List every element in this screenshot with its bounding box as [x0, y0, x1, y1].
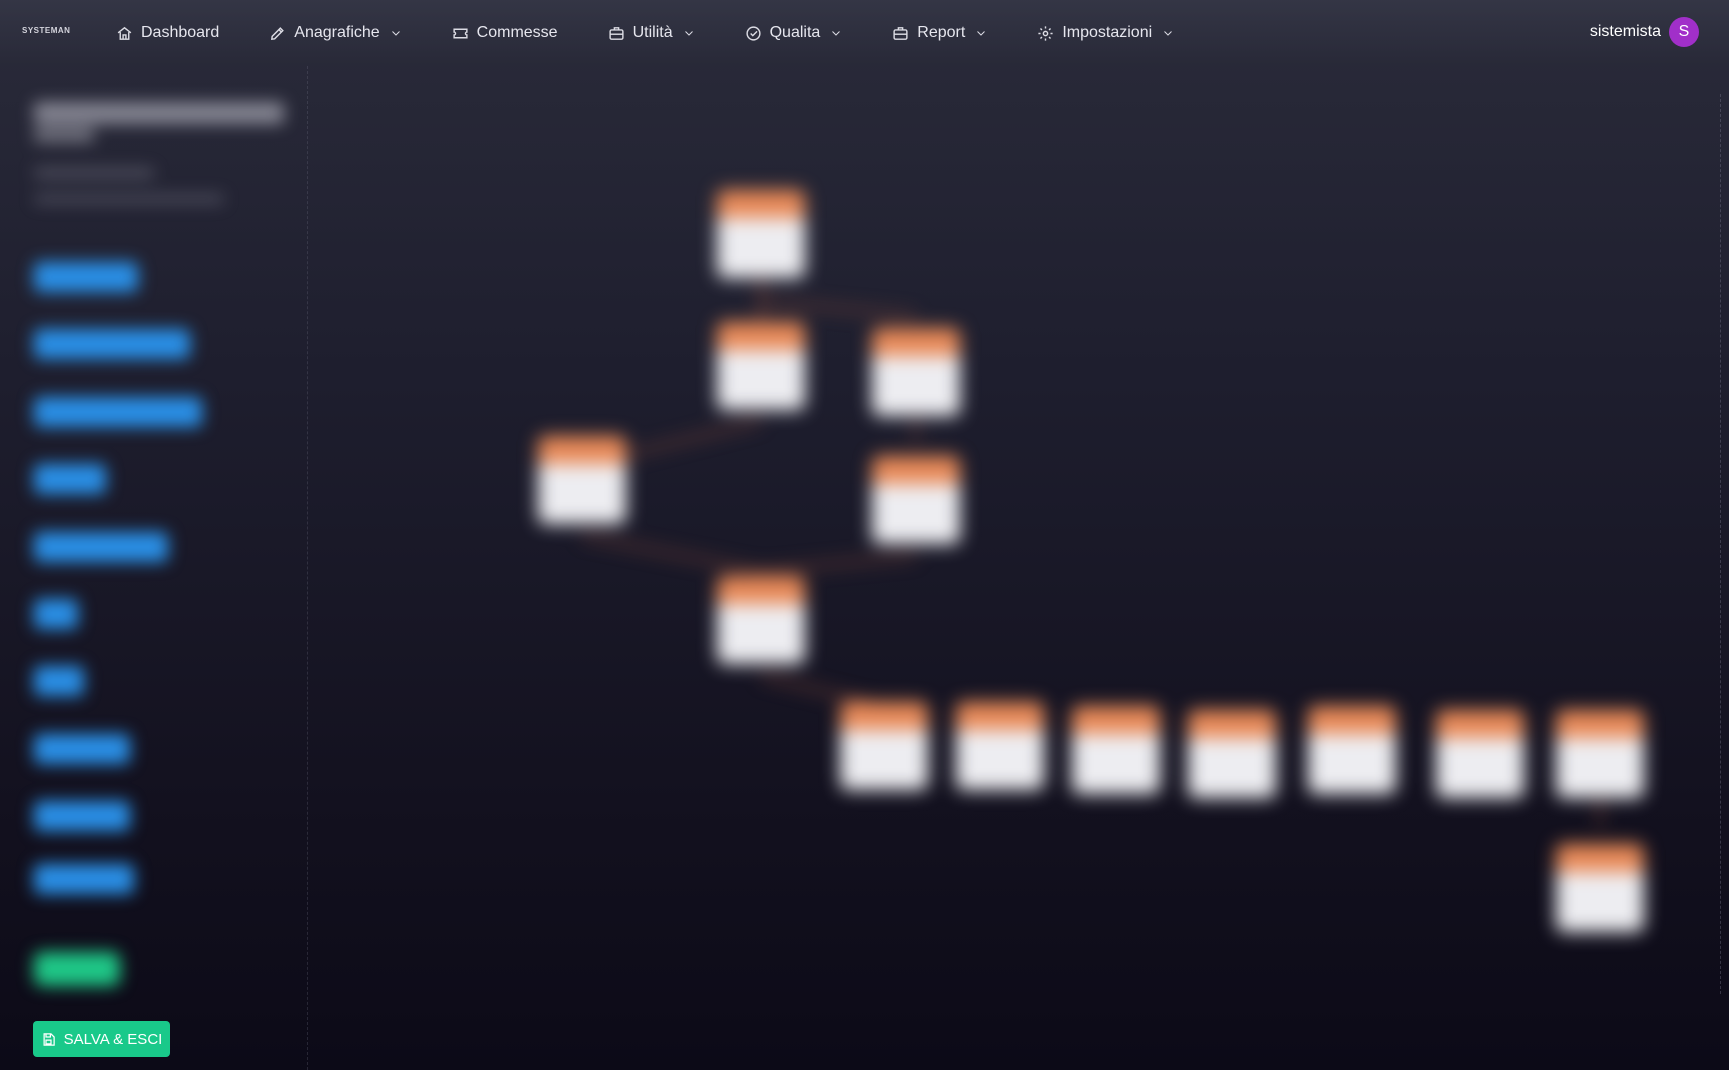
nav-item-anagrafiche[interactable]: Anagrafiche [269, 24, 401, 42]
nav-item-utilita[interactable]: Utilità [608, 24, 695, 42]
nav-item-qualita[interactable]: Qualita [745, 24, 843, 42]
diagram-node [1436, 710, 1524, 798]
avatar[interactable]: S [1669, 17, 1699, 47]
briefcase-icon [893, 26, 908, 40]
check-circle-icon [746, 25, 761, 41]
chevron-down-icon [832, 31, 841, 36]
nav-label: Report [917, 24, 966, 41]
diagram-node [872, 328, 960, 416]
save-and-exit-button[interactable]: SALVA & ESCI [33, 1021, 170, 1057]
blurred-button [34, 734, 130, 764]
briefcase-icon [608, 26, 624, 40]
blurred-sidebar-content [0, 66, 308, 1070]
blurred-flow-diagram [310, 66, 1729, 1070]
nav-label: Dashboard [141, 24, 220, 41]
diagram-node [956, 702, 1044, 790]
blurred-button [34, 532, 168, 562]
nav-label: Utilità [632, 24, 673, 41]
diagram-node [1308, 706, 1396, 794]
blurred-subtitle [34, 168, 154, 178]
blurred-button [34, 801, 130, 831]
app-logo[interactable]: SYSTEMAN [22, 26, 70, 35]
diagram-node [872, 456, 960, 544]
diagram-node [717, 322, 805, 410]
diagram-connectors [581, 276, 1602, 826]
nav-label: Commesse [476, 24, 558, 41]
nav-item-commesse[interactable]: Commesse [452, 24, 558, 42]
blurred-button [34, 329, 190, 359]
diagram-node [538, 436, 626, 524]
chevron-down-icon [684, 31, 693, 36]
diagram-node [1556, 710, 1644, 798]
nav-item-impostazioni[interactable]: Impostazioni [1037, 24, 1174, 42]
nav-label: Impostazioni [1062, 24, 1153, 41]
blurred-button [34, 666, 84, 696]
user-menu[interactable]: sistemista S [1590, 17, 1699, 47]
ticket-icon [453, 28, 468, 38]
save-icon [43, 1032, 55, 1046]
nav-item-report[interactable]: Report [892, 24, 987, 42]
blurred-button [34, 599, 78, 629]
save-label: SALVA & ESCI [63, 1030, 163, 1048]
nav-item-dashboard[interactable]: Dashboard [116, 24, 219, 42]
top-navbar: SYSTEMAN Dashboard Anagrafiche Commesse … [0, 0, 1729, 66]
main-nav: Dashboard Anagrafiche Commesse Utilità Q… [116, 0, 1224, 66]
blurred-button [34, 397, 202, 427]
diagram-node [1188, 710, 1276, 798]
chevron-down-icon [1164, 31, 1173, 36]
blurred-subtitle [34, 194, 224, 204]
chevron-down-icon [391, 31, 400, 36]
blurred-button [34, 864, 134, 894]
diagram-node [840, 702, 928, 790]
sidebar [0, 66, 308, 1070]
nav-label: Qualita [769, 24, 821, 41]
blurred-confirm-button [34, 952, 120, 986]
diagram-node [1556, 844, 1644, 932]
chevron-down-icon [977, 31, 986, 36]
nav-label: Anagrafiche [294, 24, 380, 41]
home-icon [117, 26, 132, 40]
blurred-button [34, 464, 106, 494]
diagram-canvas[interactable] [310, 66, 1729, 1070]
diagram-node [717, 190, 805, 278]
blurred-title [34, 102, 284, 124]
diagram-node [1072, 706, 1160, 794]
user-name: sistemista [1589, 23, 1661, 40]
pencil-icon [271, 26, 285, 40]
diagram-node [717, 576, 805, 664]
blurred-button [34, 262, 138, 292]
gear-icon [1038, 25, 1053, 41]
blurred-title [34, 128, 94, 142]
